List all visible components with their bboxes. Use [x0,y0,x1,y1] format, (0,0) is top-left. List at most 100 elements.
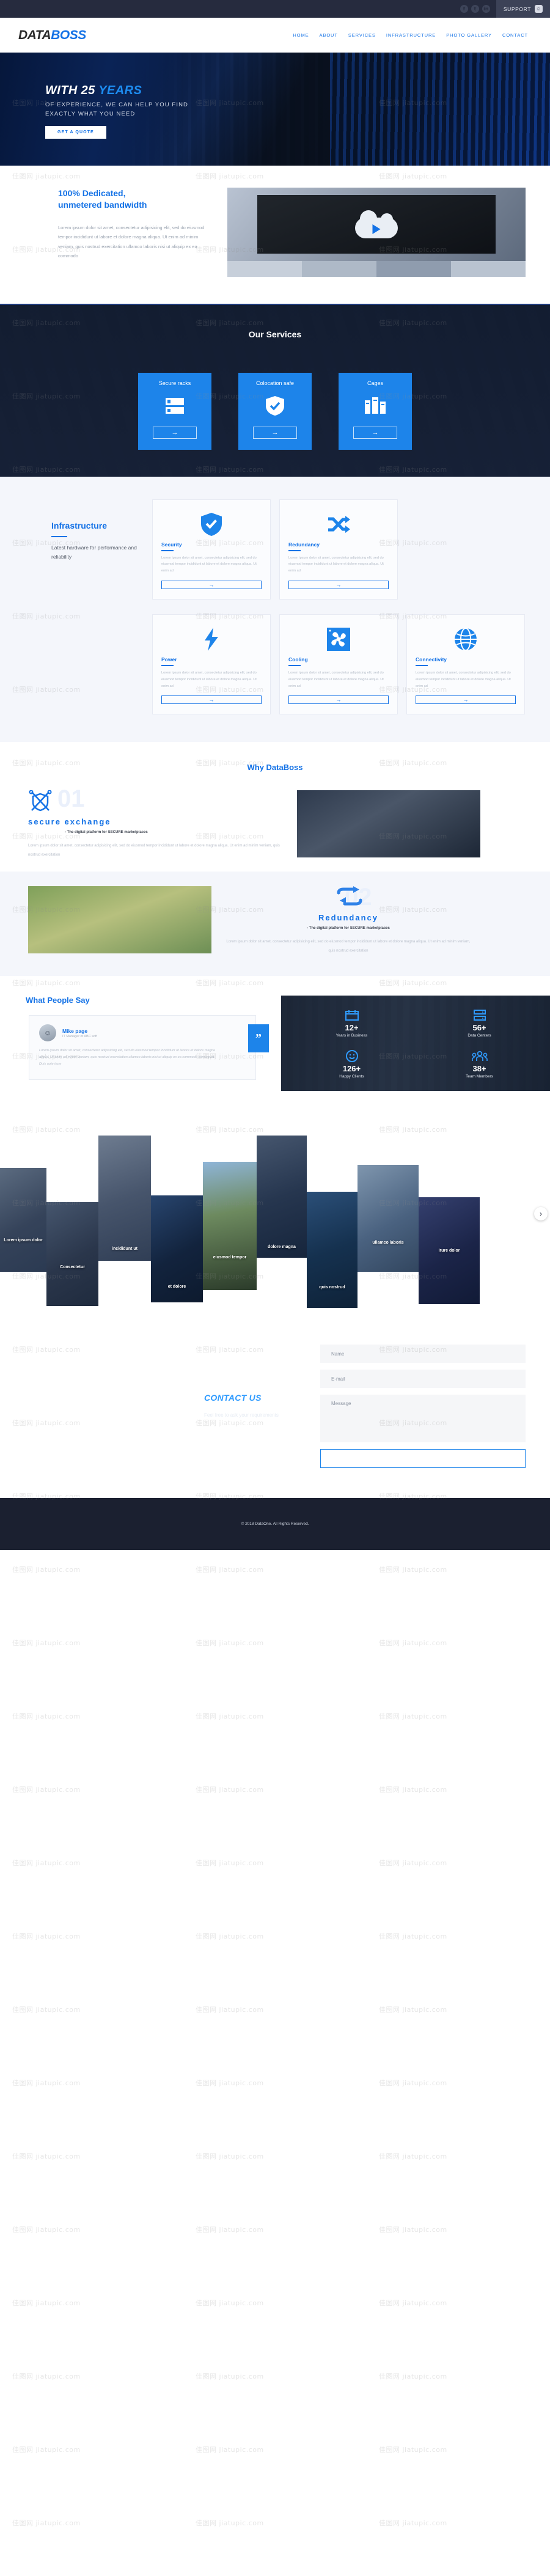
arrow-right-icon[interactable]: → [288,581,389,590]
fan-icon [288,626,389,653]
strip-tile-1 [227,261,302,277]
title-underline [51,536,67,537]
arrow-right-icon[interactable]: → [153,427,197,439]
gallery-label: incididunt ut [112,1246,138,1251]
infra-card-redundancy[interactable]: Redundancy Lorem ipsum dolor sit amet, c… [280,500,397,600]
dedicated-body: Lorem ipsum dolor sit amet, consectetur … [58,224,205,259]
testimonial-author-name: Mike page [62,1027,88,1034]
service-card-secure-racks[interactable]: Secure racks → [138,373,211,450]
contact-subtitle: Feel free to ask your requirements [204,1412,279,1418]
photo-gallery-section: Lorem ipsum dolor Consectetur incididunt… [0,1113,550,1315]
services-title: Our Services [248,329,302,339]
stat-team-members: 38+ Team Members [419,1050,540,1079]
dedicated-section: 100% Dedicated, unmetered bandwidth Lore… [0,166,550,304]
contact-section: DATABOSS CONTACT US Feel free to ask you… [0,1315,550,1498]
support-label: SUPPORT [503,6,531,12]
arrow-right-icon[interactable]: → [416,695,516,705]
gallery-tile-4[interactable]: dolore magna [257,1136,307,1258]
arrow-right-icon[interactable]: → [161,695,262,705]
shield-check-icon [238,394,312,418]
stat-happy-clients: 126+ Happy Clients [291,1050,413,1079]
testimonial-quote: Lorem ipsum dolor sit amet, consectetur … [39,1049,215,1066]
facebook-icon[interactable]: f [460,5,468,13]
gallery-tile-8[interactable]: quis nostrud [307,1192,358,1308]
globe-network-icon [416,626,516,653]
linkedin-icon[interactable]: in [482,5,490,13]
gallery-tile-5[interactable]: ullamco laboris [358,1164,419,1272]
stat-data-centers: 56+ Data Centers [419,1009,540,1038]
title-underline [161,550,174,551]
image-strip [227,261,526,277]
twitter-icon[interactable]: t [471,5,479,13]
gallery-tile-7[interactable]: et dolore [151,1195,203,1302]
server-icon [419,1009,540,1021]
hero-subtitle: OF EXPERIENCE, WE CAN HELP YOU FIND EXAC… [45,101,550,119]
gallery-tile-1[interactable]: Lorem ipsum dolor [0,1168,46,1272]
smiley-face-icon [291,1050,413,1062]
gallery-label: quis nostrud [319,1285,345,1290]
send-button[interactable]: SEND [320,1449,526,1468]
services-section: Our Services Secure racks → Colocation s… [0,304,550,477]
nav-item-about[interactable]: ABOUT [320,32,338,38]
name-field[interactable]: Name [320,1345,526,1363]
arrow-right-icon[interactable]: → [253,427,297,439]
gallery-tile-9[interactable]: irure dolor [419,1197,480,1304]
contact-form: Name E-mail Message SEND [308,1345,529,1468]
nav-item-photo-gallery[interactable]: PHOTO GALLERY [446,32,492,38]
arrow-right-icon[interactable]: → [353,427,397,439]
footer-bar: © 2018 DataOne. All Rights Reserved. [0,1498,550,1550]
stat-value: 12+ [345,1023,359,1032]
gallery-tile-6[interactable]: Consectetur [46,1202,98,1306]
infra-card-power[interactable]: Power Lorem ipsum dolor sit amet, consec… [153,615,270,714]
stat-label: Data Centers [468,1033,491,1038]
dedicated-copy: 100% Dedicated, unmetered bandwidth Lore… [24,188,214,277]
arrow-right-icon[interactable]: → [161,581,262,590]
shield-check-icon [161,511,262,538]
nav-item-infrastructure[interactable]: INFRASTRUCTURE [386,32,436,38]
stat-label: Happy Clients [339,1074,364,1079]
gallery-label: et dolore [167,1285,186,1289]
hero-subtitle-line1: OF EXPERIENCE, WE CAN HELP YOU FIND [45,101,188,108]
gallery-tile-2[interactable]: incididunt ut [98,1135,151,1261]
strip-tile-3 [376,261,451,277]
nav-item-contact[interactable]: CONTACT [502,32,528,38]
dedicated-title-line1: 100% Dedicated, [58,188,126,198]
gallery-label: Consectetur [60,1265,85,1269]
service-card-colocation-safe[interactable]: Colocation safe → [238,373,312,450]
chevron-right-icon[interactable]: › [534,1207,548,1220]
nav-item-home[interactable]: HOME [293,32,309,38]
message-field[interactable]: Message [320,1395,526,1442]
copyright-text: © 2018 DataOne. All Rights Reserved. [241,1522,309,1526]
social-links: f t in [454,0,496,18]
email-field[interactable]: E-mail [320,1370,526,1388]
strip-tile-4 [451,261,526,277]
hero-banner: WITH 25 YEARS OF EXPERIENCE, WE CAN HELP… [0,53,550,166]
nav-item-services[interactable]: SERVICES [348,32,376,38]
play-button-icon[interactable] [372,224,381,235]
support-button[interactable]: SUPPORT ☺ [496,0,550,18]
hero-title: WITH 25 YEARS [45,84,550,97]
infra-card-security[interactable]: Security Lorem ipsum dolor sit amet, con… [153,500,270,600]
arrow-right-icon[interactable]: → [288,695,389,705]
loop-arrows-icon [336,886,362,908]
infra-card-body: Lorem ipsum dolor sit amet, consectetur … [416,670,511,688]
logo-part-one: DATA [18,28,51,42]
user-photo-avatar: ☺ [39,1024,56,1041]
service-card-cages[interactable]: Cages → [339,373,412,450]
service-label: Secure racks [158,380,191,386]
infra-card-cooling[interactable]: Cooling Lorem ipsum dolor sit amet, cons… [280,615,397,714]
get-a-quote-button[interactable]: GET A QUOTE [45,126,106,139]
gallery-label: irure dolor [438,1248,460,1253]
why-image-02 [28,886,211,954]
site-logo[interactable]: DATABOSS [18,28,86,43]
hero-title-main: WITH 25 [45,84,99,97]
video-thumbnail[interactable] [227,188,526,261]
infra-card-connectivity[interactable]: Connectivity Lorem ipsum dolor sit amet,… [407,615,524,714]
title-underline [161,665,174,666]
infra-card-body: Lorem ipsum dolor sit amet, consectetur … [161,556,257,573]
gallery-tile-3[interactable]: eiusmod tempor [203,1162,257,1290]
landing-page: f t in SUPPORT ☺ DATABOSS HOME ABOUT SER… [0,0,550,2527]
why-section: Why DataBoss 01 secure exchange - The di… [0,742,550,872]
infrastructure-cards-row-1: Security Lorem ipsum dolor sit amet, con… [153,500,524,600]
contact-title: CONTACT US [204,1392,262,1403]
